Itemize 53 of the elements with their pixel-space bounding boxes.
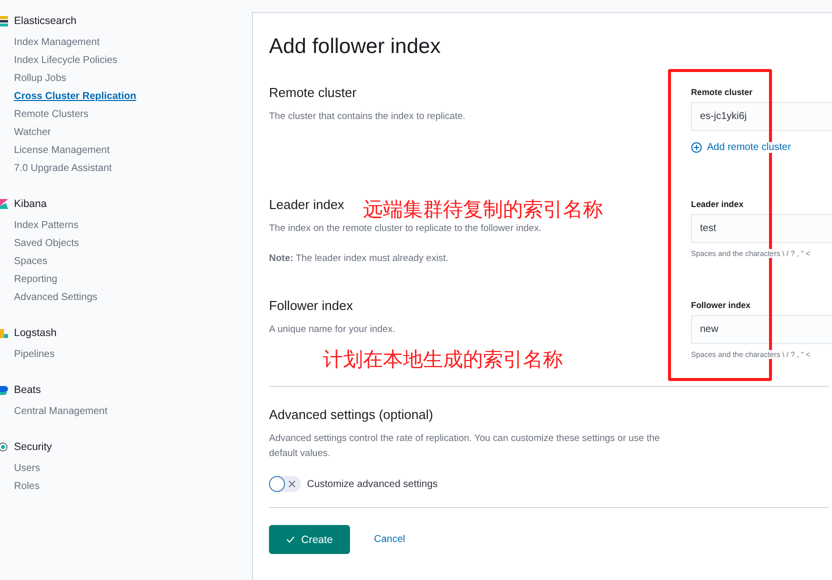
sidebar-item[interactable]: Spaces (14, 253, 252, 271)
check-icon (286, 536, 296, 543)
kibana-icon (0, 198, 8, 210)
add-remote-cluster-link[interactable]: Add remote cluster (691, 142, 791, 153)
sidebar-item[interactable]: Remote Clusters (14, 106, 252, 124)
annotation-text: 计划在本地生成的索引名称 (323, 346, 563, 373)
logstash-icon (0, 327, 8, 339)
create-button[interactable]: Create (269, 525, 350, 554)
sidebar-group-title: Elasticsearch (14, 15, 76, 27)
sidebar-item[interactable]: Index Patterns (14, 217, 252, 235)
input-field[interactable]: new (691, 315, 832, 344)
section-title: Remote cluster (269, 85, 356, 100)
sidebar-item[interactable]: Central Management (14, 403, 252, 421)
sidebar-item[interactable]: Watcher (14, 124, 252, 142)
toggle-switch[interactable] (269, 476, 301, 492)
sidebar-item[interactable]: Index Management (14, 34, 252, 52)
section-description: A unique name for your index. (269, 323, 396, 337)
sidebar-group-title: Kibana (14, 198, 47, 210)
sidebar-item[interactable]: Reporting (14, 271, 252, 289)
annotation-text: 远端集群待复制的索引名称 (363, 196, 603, 223)
elasticsearch-icon (0, 15, 8, 27)
sidebar-item[interactable]: Cross Cluster Replication (14, 88, 252, 106)
field-label: Follower index (691, 300, 752, 310)
field-label: Leader index (691, 199, 744, 209)
shield-icon (0, 441, 8, 453)
sidebar-item[interactable]: Index Lifecycle Policies (14, 52, 252, 70)
sidebar-item[interactable]: Saved Objects (14, 235, 252, 253)
sidebar-group-title: Security (14, 441, 52, 453)
section-description: Advanced settings control the rate of replication. You can customize these settings or use the default values. (269, 432, 661, 461)
input-field[interactable]: es-jc1yki6j (691, 102, 832, 131)
beats-icon (0, 384, 8, 396)
plus-circle-icon (691, 142, 702, 153)
section-title: Advanced settings (optional) (269, 407, 434, 422)
note-text: Note: The leader index must already exist. (269, 252, 450, 266)
sidebar-item[interactable]: License Management (14, 142, 252, 160)
input-field[interactable]: test (691, 214, 832, 243)
sidebar-item[interactable]: Rollup Jobs (14, 70, 252, 88)
section-title: Leader index (269, 197, 344, 212)
sidebar-item[interactable]: Users (14, 460, 252, 478)
sidebar-group-title: Logstash (14, 327, 57, 339)
field-label: Remote cluster (691, 87, 754, 97)
close-icon (288, 480, 296, 488)
sidebar-item[interactable]: Pipelines (14, 346, 252, 364)
cancel-link[interactable]: Cancel (368, 534, 412, 545)
sidebar-item[interactable]: Advanced Settings (14, 289, 252, 307)
section-title: Follower index (269, 298, 353, 313)
section-description: The cluster that contains the index to replicate. (269, 110, 466, 124)
section-description: The index on the remote cluster to replicate to the follower index. (269, 222, 542, 236)
sidebar-item[interactable]: Roles (14, 478, 252, 496)
page-title: Add follower index (269, 35, 442, 59)
sidebar-item[interactable]: 7.0 Upgrade Assistant (14, 160, 252, 178)
toggle-label: Customize advanced settings (307, 478, 438, 490)
sidebar-group-title: Beats (14, 384, 41, 396)
